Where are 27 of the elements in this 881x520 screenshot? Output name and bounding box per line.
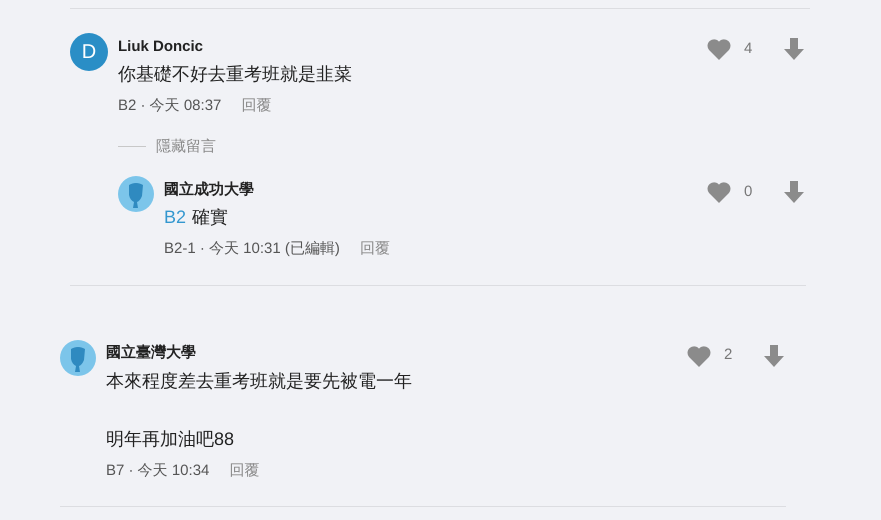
arrow-down-icon[interactable]: [762, 344, 786, 368]
author-name: Liuk Doncic: [118, 36, 204, 57]
reply-link[interactable]: 回覆: [360, 238, 390, 260]
comment-text: 明年再加油吧88: [106, 428, 236, 450]
avatar: [60, 340, 96, 376]
reply-link[interactable]: 回覆: [241, 95, 272, 118]
author-name: 國立成功大學: [164, 180, 255, 200]
comment-text: 本來程度差去重考班就是要先被電一年: [106, 370, 413, 392]
like-count: 4: [744, 38, 754, 59]
heart-icon[interactable]: [686, 344, 712, 366]
heart-icon[interactable]: [706, 181, 732, 203]
like-count: 2: [724, 345, 734, 366]
mention-link[interactable]: B2: [164, 207, 186, 227]
avatar: D: [70, 33, 108, 71]
comment-meta: B2 · 今天 08:37: [118, 96, 222, 116]
hide-comments-link[interactable]: 隱藏留言: [156, 136, 216, 158]
comment-meta: B7 · 今天 10:34: [106, 460, 210, 480]
comment-text: B2 確實: [164, 206, 230, 229]
arrow-down-icon[interactable]: [782, 180, 806, 204]
avatar: [118, 176, 154, 212]
like-count: 0: [744, 182, 754, 202]
heart-icon[interactable]: [706, 38, 732, 60]
reply-link[interactable]: 回覆: [229, 460, 260, 482]
comment-text: 你基礎不好去重考班就是韭菜: [118, 63, 353, 86]
comment-meta: B2-1 · 今天 10:31 (已編輯): [164, 239, 340, 259]
author-name: 國立臺灣大學: [106, 343, 197, 364]
arrow-down-icon[interactable]: [782, 37, 806, 61]
